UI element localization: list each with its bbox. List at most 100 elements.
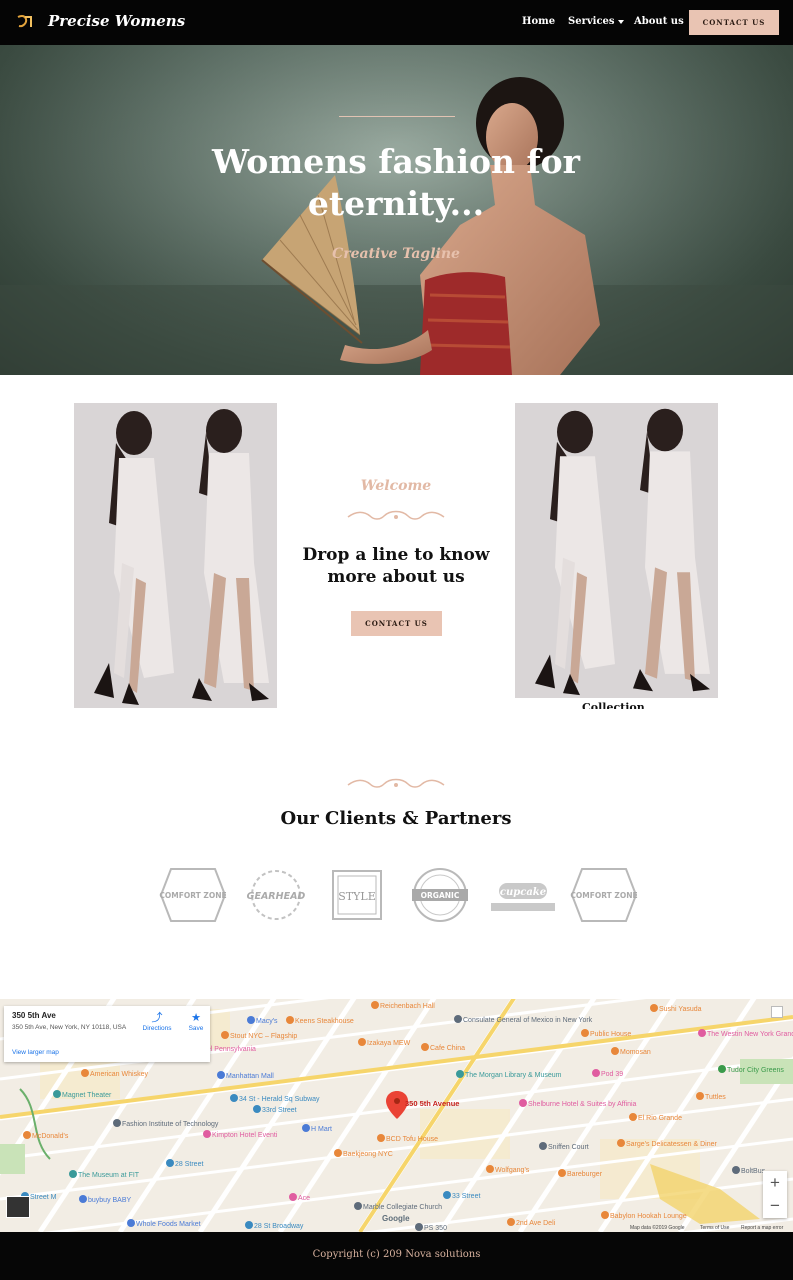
map-place-label[interactable]: Keens Steakhouse: [295, 1018, 354, 1025]
map-place-icon[interactable]: [539, 1142, 547, 1150]
map-place-icon[interactable]: [79, 1195, 87, 1203]
map-place-label[interactable]: American Whiskey: [90, 1071, 148, 1078]
welcome-contact-button[interactable]: CONTACT US: [351, 611, 442, 636]
map-place-icon[interactable]: [217, 1071, 225, 1079]
map-place-icon[interactable]: [698, 1029, 706, 1037]
client-logo-style[interactable]: STYLE: [331, 867, 383, 923]
map-place-label[interactable]: 28 St Broadway: [254, 1223, 304, 1230]
map-place-label[interactable]: H Mart: [311, 1126, 332, 1133]
map-place-label[interactable]: 33 Street: [452, 1193, 480, 1200]
logo-icon[interactable]: [16, 14, 34, 30]
map-place-icon[interactable]: [415, 1223, 423, 1231]
map-place-label[interactable]: Public House: [590, 1031, 631, 1038]
fashion-photo-right[interactable]: [515, 403, 718, 698]
map-place-icon[interactable]: [371, 1001, 379, 1009]
map-place-icon[interactable]: [253, 1105, 261, 1113]
map-report-link[interactable]: Report a map error: [741, 1225, 783, 1231]
zoom-in-button[interactable]: +: [763, 1171, 787, 1194]
map-place-icon[interactable]: [611, 1047, 619, 1055]
fullscreen-toggle-icon[interactable]: [771, 1006, 783, 1018]
map-place-icon[interactable]: [718, 1065, 726, 1073]
client-logo-gearhead[interactable]: GEARHEAD: [241, 867, 311, 923]
map-place-label[interactable]: 34 St - Herald Sq Subway: [239, 1096, 320, 1103]
client-logo-comfort-zone[interactable]: COMFORT ZONE: [570, 867, 638, 923]
map-place-icon[interactable]: [23, 1131, 31, 1139]
map-place-icon[interactable]: [69, 1170, 77, 1178]
map-place-label[interactable]: Baekjeong NYC: [343, 1151, 393, 1158]
map-place-label[interactable]: Sniffen Court: [548, 1144, 589, 1151]
map-place-icon[interactable]: [289, 1193, 297, 1201]
map-place-icon[interactable]: [456, 1070, 464, 1078]
map-place-label[interactable]: BoltBus: [741, 1168, 766, 1175]
map-place-label[interactable]: Cafe China: [430, 1045, 465, 1052]
map-place-icon[interactable]: [558, 1169, 566, 1177]
client-logo-cupcake[interactable]: cupcake: [489, 867, 557, 923]
map-place-icon[interactable]: [354, 1202, 362, 1210]
map-place-label[interactable]: Marble Collegiate Church: [363, 1204, 442, 1211]
map-place-label[interactable]: buybuy BABY: [88, 1197, 132, 1204]
map-place-label[interactable]: Shelburne Hotel & Suites by Affinia: [528, 1101, 637, 1108]
zoom-out-button[interactable]: −: [763, 1194, 787, 1217]
map-place-label[interactable]: Stout NYC – Flagship: [230, 1033, 297, 1040]
map-place-icon[interactable]: [230, 1094, 238, 1102]
map-place-label[interactable]: Reichenbach Hall: [380, 1003, 435, 1010]
map-place-label[interactable]: 28 Street: [175, 1161, 203, 1168]
map-place-label[interactable]: 33rd Street: [262, 1107, 297, 1114]
map-place-icon[interactable]: [221, 1031, 229, 1039]
map-place-label[interactable]: Kimpton Hotel Eventi: [212, 1132, 278, 1139]
map-place-icon[interactable]: [81, 1069, 89, 1077]
map-place-label[interactable]: The Museum at FIT: [78, 1172, 140, 1179]
map-place-label[interactable]: Macy's: [256, 1018, 278, 1025]
map-place-icon[interactable]: [203, 1130, 211, 1138]
map-place-icon[interactable]: [629, 1113, 637, 1121]
map-place-label[interactable]: Tudor City Greens: [727, 1067, 784, 1074]
map-place-label[interactable]: Whole Foods Market: [136, 1221, 201, 1228]
map-place-icon[interactable]: [377, 1134, 385, 1142]
map-place-label[interactable]: Manhattan Mall: [226, 1073, 274, 1080]
map-terms-link[interactable]: Terms of Use: [700, 1225, 729, 1231]
map-place-label[interactable]: 2nd Ave Deli: [516, 1220, 556, 1227]
map-place-label[interactable]: BCD Tofu House: [386, 1136, 438, 1143]
map-place-icon[interactable]: [113, 1119, 121, 1127]
map-place-icon[interactable]: [166, 1159, 174, 1167]
map-place-icon[interactable]: [696, 1092, 704, 1100]
map-place-label[interactable]: Street M: [30, 1194, 57, 1201]
map-place-icon[interactable]: [334, 1149, 342, 1157]
map-place-label[interactable]: Bareburger: [567, 1171, 603, 1178]
map-place-icon[interactable]: [617, 1139, 625, 1147]
map-place-icon[interactable]: [247, 1016, 255, 1024]
map-place-label[interactable]: Ace: [298, 1195, 310, 1202]
map-place-label[interactable]: PS 350: [424, 1225, 447, 1232]
brand-name[interactable]: Precise Womens: [48, 12, 185, 30]
map-place-icon[interactable]: [581, 1029, 589, 1037]
directions-button[interactable]: ⤴ Directions: [139, 1012, 175, 1032]
map-place-label[interactable]: Momosan: [620, 1049, 651, 1056]
map-place-label[interactable]: El Rio Grande: [638, 1115, 682, 1122]
nav-home-link[interactable]: Home: [522, 16, 555, 27]
map-place-icon[interactable]: [127, 1219, 135, 1227]
map-place-icon[interactable]: [486, 1165, 494, 1173]
map-place-icon[interactable]: [443, 1191, 451, 1199]
map-place-icon[interactable]: [650, 1004, 658, 1012]
map-place-label[interactable]: Magnet Theater: [62, 1092, 112, 1099]
satellite-thumbnail[interactable]: [6, 1196, 30, 1218]
map-place-icon[interactable]: [507, 1218, 515, 1226]
nav-services-link[interactable]: Services: [568, 16, 624, 27]
map-place-icon[interactable]: [421, 1043, 429, 1051]
map-place-label[interactable]: Wolfgang's: [495, 1167, 530, 1174]
map-place-label[interactable]: Pod 39: [601, 1071, 623, 1078]
view-larger-map-link[interactable]: View larger map: [12, 1049, 59, 1056]
map-place-label[interactable]: The Morgan Library & Museum: [465, 1072, 562, 1079]
map-place-label[interactable]: McDonald's: [32, 1133, 69, 1140]
map-place-label[interactable]: Sushi Yasuda: [659, 1006, 702, 1013]
map-place-label[interactable]: Sarge's Delicatessen & Diner: [626, 1141, 717, 1148]
client-logo-organic[interactable]: ORGANIC: [409, 867, 471, 923]
save-button[interactable]: ★ Save: [184, 1012, 208, 1032]
map-place-icon[interactable]: [519, 1099, 527, 1107]
map-place-icon[interactable]: [245, 1221, 253, 1229]
map-place-label[interactable]: Fashion Institute of Technology: [122, 1121, 219, 1128]
map-place-label[interactable]: Babylon Hookah Lounge: [610, 1213, 687, 1220]
map-place-label[interactable]: Consulate General of Mexico in New York: [463, 1017, 593, 1024]
map-place-icon[interactable]: [53, 1090, 61, 1098]
nav-about-link[interactable]: About us: [634, 16, 684, 27]
